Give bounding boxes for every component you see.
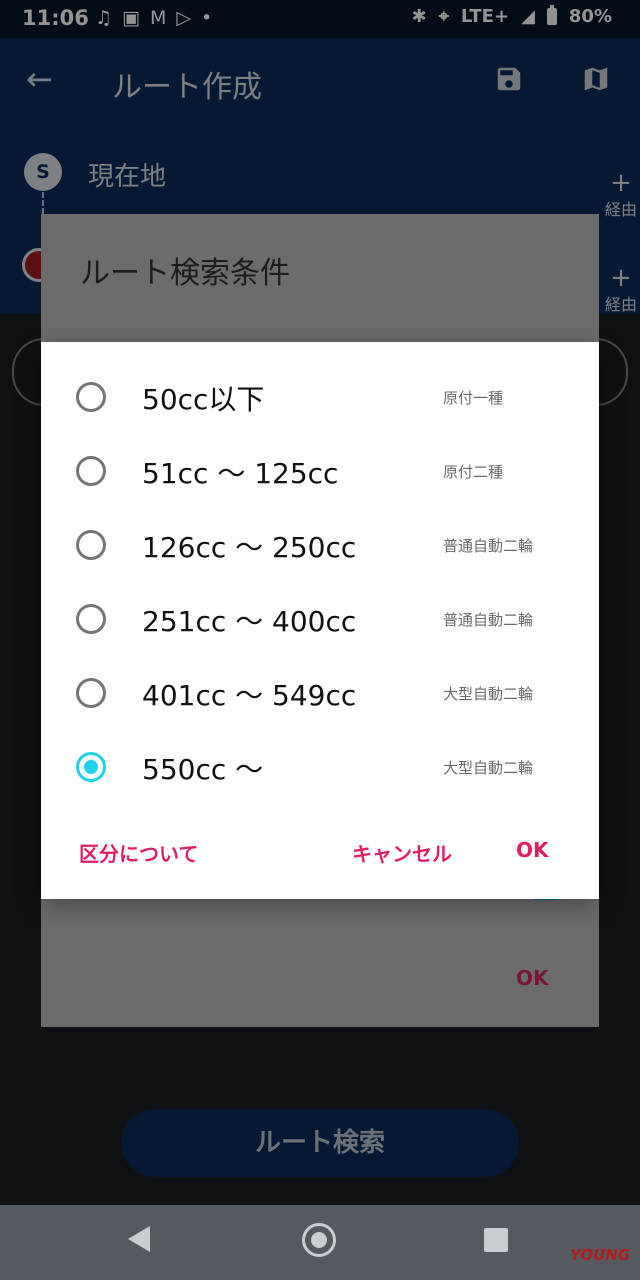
radio-button-selected[interactable] — [76, 752, 106, 782]
cancel-button[interactable]: キャンセル — [352, 838, 452, 867]
displacement-option[interactable]: 251cc 〜 400cc 普通自動二輪 — [41, 582, 599, 656]
nav-recents-icon[interactable] — [484, 1228, 508, 1252]
license-class: 普通自動二輪 — [443, 537, 534, 555]
displacement-option[interactable]: 50cc以下 原付一種 — [41, 360, 599, 434]
license-class: 普通自動二輪 — [443, 611, 534, 629]
option-label: 50cc以下 — [142, 383, 265, 416]
license-class: 原付二種 — [443, 463, 504, 481]
displacement-option[interactable]: 550cc 〜 大型自動二輪 — [41, 730, 599, 804]
option-label: 251cc 〜 400cc — [142, 605, 357, 638]
license-class: 大型自動二輪 — [443, 759, 534, 777]
route-conditions-title: ルート検索条件 — [80, 256, 290, 291]
license-class: 大型自動二輪 — [443, 685, 534, 703]
displacement-option[interactable]: 126cc 〜 250cc 普通自動二輪 — [41, 508, 599, 582]
radio-button[interactable] — [76, 382, 106, 412]
route-conditions-ok-button[interactable]: OK — [516, 966, 549, 990]
radio-button[interactable] — [76, 530, 106, 560]
option-label: 550cc 〜 — [142, 753, 264, 786]
option-label: 51cc 〜 125cc — [142, 457, 339, 490]
radio-button[interactable] — [76, 604, 106, 634]
nav-home-icon[interactable] — [302, 1223, 336, 1257]
radio-button[interactable] — [76, 456, 106, 486]
displacement-option[interactable]: 401cc 〜 549cc 大型自動二輪 — [41, 656, 599, 730]
displacement-dialog: 50cc以下 原付一種 51cc 〜 125cc 原付二種 126cc 〜 25… — [41, 342, 599, 899]
watermark-logo: YOUNG — [570, 1246, 631, 1264]
nav-back-icon[interactable] — [128, 1226, 150, 1252]
license-class: 原付一種 — [443, 389, 504, 407]
radio-button[interactable] — [76, 678, 106, 708]
displacement-option[interactable]: 51cc 〜 125cc 原付二種 — [41, 434, 599, 508]
ok-button[interactable]: OK — [516, 838, 549, 862]
about-classification-button[interactable]: 区分について — [79, 838, 198, 867]
option-label: 126cc 〜 250cc — [142, 531, 357, 564]
option-label: 401cc 〜 549cc — [142, 679, 357, 712]
